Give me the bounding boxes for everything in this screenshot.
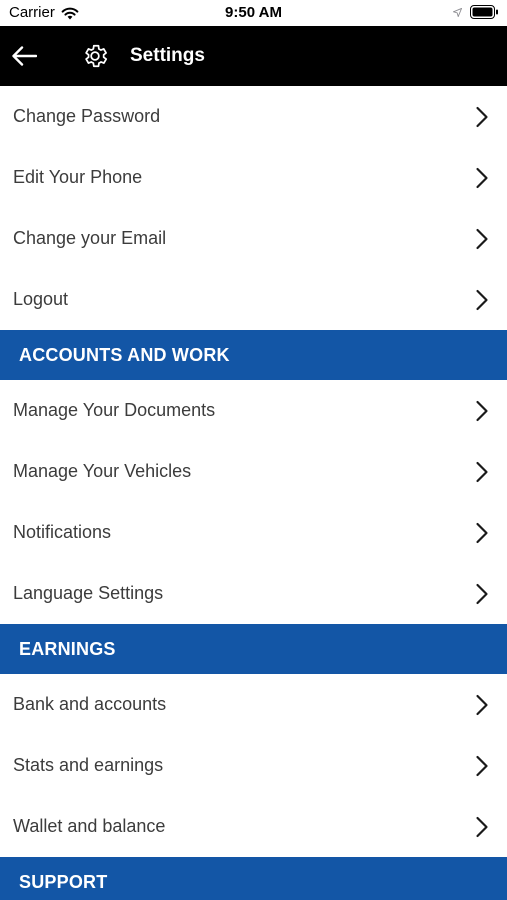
right-status [453, 5, 499, 19]
section-header-support: SUPPORT [0, 857, 507, 900]
location-arrow-icon [453, 7, 462, 17]
back-button[interactable] [6, 38, 42, 74]
chevron-right-icon [476, 289, 488, 310]
list-item-manage-vehicles[interactable]: Manage Your Vehicles [0, 441, 507, 502]
list-item-change-email[interactable]: Change your Email [0, 208, 507, 269]
list-item-label: Manage Your Vehicles [13, 461, 192, 481]
list-item-label: Edit Your Phone [13, 167, 143, 187]
list-item-label: Manage Your Documents [13, 400, 216, 420]
status-time: 9:50 AM [225, 4, 282, 21]
list-item-language-settings[interactable]: Language Settings [0, 563, 507, 624]
list-item-edit-phone[interactable]: Edit Your Phone [0, 147, 507, 208]
list-item-stats-and-earnings[interactable]: Stats and earnings [0, 735, 507, 796]
list-item-label: Wallet and balance [13, 816, 166, 836]
list-item-label: Change your Email [13, 228, 167, 248]
page-title: Settings [130, 45, 205, 66]
chevron-right-icon [476, 816, 488, 837]
chevron-right-icon [476, 755, 488, 776]
chevron-right-icon [476, 106, 488, 127]
list-item-label: Bank and accounts [13, 694, 167, 714]
nav-bar: Settings [0, 26, 507, 86]
chevron-right-icon [476, 461, 488, 482]
list-item-wallet-and-balance[interactable]: Wallet and balance [0, 796, 507, 857]
gear-icon [85, 44, 108, 68]
settings-list: Change Password Edit Your Phone Change y… [0, 86, 507, 900]
section-title: EARNINGS [19, 638, 116, 659]
list-item-notifications[interactable]: Notifications [0, 502, 507, 563]
list-item-label: Stats and earnings [13, 755, 164, 775]
list-item-logout[interactable]: Logout [0, 269, 507, 330]
chevron-right-icon [476, 522, 488, 543]
chevron-right-icon [476, 583, 488, 604]
list-item-change-password[interactable]: Change Password [0, 86, 507, 147]
list-item-manage-documents[interactable]: Manage Your Documents [0, 380, 507, 441]
chevron-right-icon [476, 167, 488, 188]
battery-icon [470, 5, 498, 19]
list-item-label: Change Password [13, 106, 161, 126]
section-title: SUPPORT [19, 871, 108, 892]
chevron-right-icon [476, 400, 488, 421]
chevron-right-icon [476, 228, 488, 249]
chevron-right-icon [476, 694, 488, 715]
list-item-label: Language Settings [13, 583, 164, 603]
list-item-bank-and-accounts[interactable]: Bank and accounts [0, 674, 507, 735]
list-item-label: Logout [13, 289, 69, 309]
status-bar: Carrier 9:50 AM [0, 0, 507, 26]
section-header-accounts-and-work: ACCOUNTS AND WORK [0, 330, 507, 380]
arrow-left-icon [12, 46, 37, 66]
section-title: ACCOUNTS AND WORK [19, 344, 230, 365]
list-item-label: Notifications [13, 522, 112, 542]
section-header-earnings: EARNINGS [0, 624, 507, 674]
